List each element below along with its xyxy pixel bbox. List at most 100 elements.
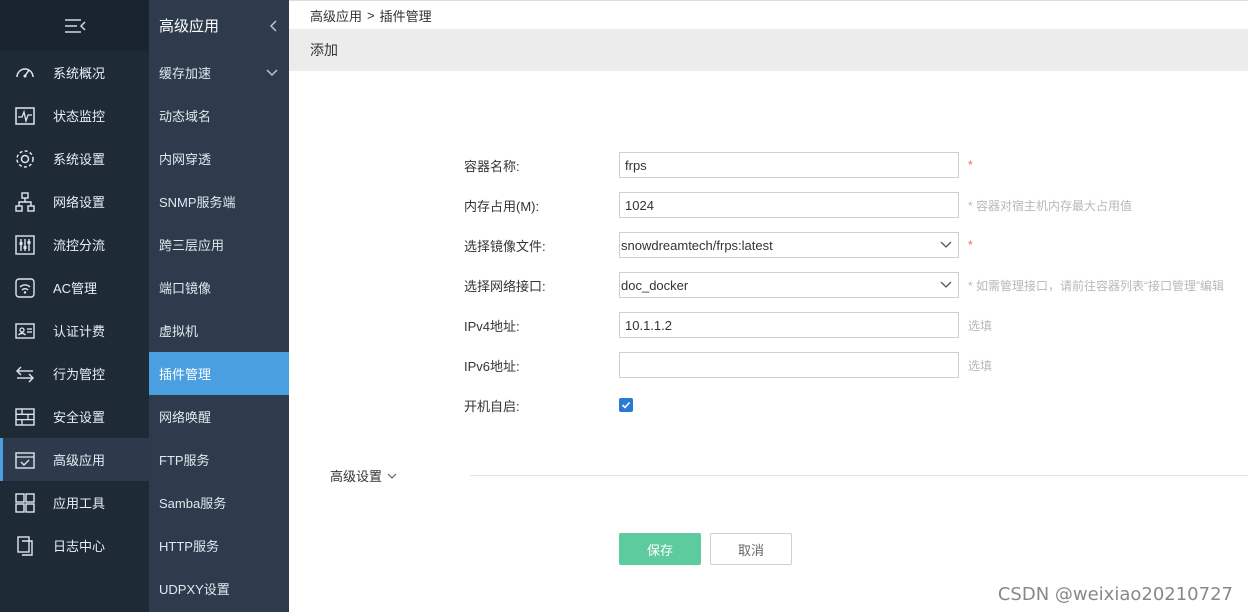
nav-item-log-center[interactable]: 日志中心	[0, 524, 149, 567]
ipv4-hint: 选填	[968, 318, 993, 333]
subnav-item-layer3[interactable]: 跨三层应用	[149, 223, 289, 266]
nav-item-label: 行为管控	[53, 367, 106, 382]
interface-hint: * 如需管理接口，请前往容器列表“接口管理”编辑	[968, 278, 1224, 293]
swap-icon	[14, 363, 36, 385]
breadcrumb-separator: >	[367, 7, 375, 23]
subnav-item-label: 端口镜像	[159, 281, 212, 296]
nav-item-label: 流控分流	[53, 238, 106, 253]
subnav-item-label: 缓存加速	[159, 66, 212, 81]
gear-icon	[14, 148, 36, 170]
subnav-item-label: 动态域名	[159, 109, 212, 124]
subnav-item-port-mirror[interactable]: 端口镜像	[149, 266, 289, 309]
breadcrumb-current: 插件管理	[379, 8, 432, 24]
nav-item-system-settings[interactable]: 系统设置	[0, 137, 149, 180]
nav-item-label: 状态监控	[53, 109, 106, 124]
memory-label: 内存占用(M):	[464, 198, 540, 214]
nav-item-label: 网络设置	[53, 195, 106, 210]
nav-item-security-settings[interactable]: 安全设置	[0, 395, 149, 438]
interface-select-value: doc_docker	[621, 277, 689, 293]
container-name-label: 容器名称:	[464, 158, 520, 174]
secondary-sidebar-title: 高级应用	[159, 18, 220, 35]
subnav-item-samba[interactable]: Samba服务	[149, 481, 289, 524]
interface-label: 选择网络接口:	[464, 278, 546, 294]
subnav-item-label: UDPXY设置	[159, 582, 230, 597]
section-title: 添加	[310, 42, 338, 58]
subnav-item-label: Samba服务	[159, 496, 227, 511]
advanced-settings-toggle[interactable]: 高级设置	[330, 466, 398, 485]
container-name-input[interactable]: frps	[619, 152, 959, 178]
secondary-sidebar-header: 高级应用	[149, 0, 289, 51]
nav-item-advanced-apps[interactable]: 高级应用	[0, 438, 149, 481]
primary-sidebar: 系统概况 状态监控 系统设置 网络设置 流控分流 AC管理 认证计费 行为管控 …	[0, 0, 149, 612]
nav-item-behavior-control[interactable]: 行为管控	[0, 352, 149, 395]
checkmark-icon	[621, 401, 631, 409]
subnav-item-ddns[interactable]: 动态域名	[149, 94, 289, 137]
menu-collapse-icon	[64, 18, 86, 33]
breadcrumb: 高级应用 > 插件管理	[289, 1, 1248, 29]
menu-collapse-button[interactable]	[0, 0, 149, 51]
advanced-settings-label: 高级设置	[330, 469, 383, 484]
subnav-item-cache-accel[interactable]: 缓存加速	[149, 51, 289, 94]
subnav-item-label: SNMP服务端	[159, 195, 236, 210]
autostart-checkbox[interactable]	[619, 398, 633, 412]
nav-item-label: 高级应用	[53, 453, 106, 468]
divider	[470, 475, 1248, 476]
nav-item-label: AC管理	[53, 281, 98, 296]
subnav-item-snmp[interactable]: SNMP服务端	[149, 180, 289, 223]
memory-input[interactable]: 1024	[619, 192, 959, 218]
nav-item-traffic-control[interactable]: 流控分流	[0, 223, 149, 266]
ipv6-label: IPv6地址:	[464, 358, 520, 374]
nav-item-network-settings[interactable]: 网络设置	[0, 180, 149, 223]
subnav-item-http[interactable]: HTTP服务	[149, 524, 289, 567]
log-icon	[14, 535, 36, 557]
nav-item-app-tools[interactable]: 应用工具	[0, 481, 149, 524]
form-row-interface: 选择网络接口: doc_docker * 如需管理接口，请前往容器列表“接口管理…	[464, 272, 1224, 298]
subnav-item-wol[interactable]: 网络唤醒	[149, 395, 289, 438]
form-row-memory: 内存占用(M): 1024 * 容器对宿主机内存最大占用值	[464, 192, 1132, 218]
ipv6-hint: 选填	[968, 358, 993, 373]
app-icon	[14, 449, 36, 471]
chevron-down-icon	[387, 473, 397, 479]
main-content: 高级应用 > 插件管理 添加 容器名称: frps * 内存占用(M): 102…	[289, 0, 1248, 612]
save-button[interactable]: 保存	[619, 533, 701, 565]
form-row-container-name: 容器名称: frps *	[464, 152, 973, 178]
breadcrumb-parent[interactable]: 高级应用	[310, 6, 362, 25]
nav-item-label: 认证计费	[53, 324, 106, 339]
form-row-autostart: 开机自启:	[464, 392, 633, 418]
autostart-label: 开机自启:	[464, 398, 520, 414]
cancel-button[interactable]: 取消	[710, 533, 792, 565]
firewall-icon	[14, 406, 36, 428]
id-card-icon	[14, 320, 36, 342]
subnav-item-vm[interactable]: 虚拟机	[149, 309, 289, 352]
interface-select[interactable]: doc_docker	[619, 272, 959, 298]
nav-item-auth-billing[interactable]: 认证计费	[0, 309, 149, 352]
nav-item-system-overview[interactable]: 系统概况	[0, 51, 149, 94]
form-row-ipv4: IPv4地址: 10.1.1.2 选填	[464, 312, 992, 338]
subnav-item-udpxy[interactable]: UDPXY设置	[149, 567, 289, 610]
subnav-item-label: 跨三层应用	[159, 238, 225, 253]
subnav-item-label: 网络唤醒	[159, 410, 212, 425]
image-label: 选择镜像文件:	[464, 238, 546, 254]
network-icon	[14, 191, 36, 213]
subnav-item-label: 插件管理	[159, 367, 212, 382]
subnav-item-label: 虚拟机	[159, 324, 199, 339]
nav-item-label: 系统设置	[53, 152, 106, 167]
form-row-ipv6: IPv6地址: 选填	[464, 352, 992, 378]
subnav-item-label: 内网穿透	[159, 152, 212, 167]
subnav-item-ftp[interactable]: FTP服务	[149, 438, 289, 481]
nav-item-status-monitor[interactable]: 状态监控	[0, 94, 149, 137]
nav-item-ac-management[interactable]: AC管理	[0, 266, 149, 309]
ipv4-input[interactable]: 10.1.1.2	[619, 312, 959, 338]
chevron-left-icon[interactable]	[269, 19, 279, 33]
subnav-item-plugin-management[interactable]: 插件管理	[149, 352, 289, 395]
chevron-down-icon	[940, 241, 952, 248]
image-select[interactable]: snowdreamtech/frps:latest	[619, 232, 959, 258]
section-header: 添加	[289, 29, 1248, 71]
nav-item-label: 日志中心	[53, 539, 106, 554]
ipv6-input[interactable]	[619, 352, 959, 378]
nav-item-label: 应用工具	[53, 496, 106, 511]
form-row-image: 选择镜像文件: snowdreamtech/frps:latest *	[464, 232, 973, 258]
nav-item-label: 安全设置	[53, 410, 106, 425]
subnav-item-nat-traversal[interactable]: 内网穿透	[149, 137, 289, 180]
dashboard-icon	[14, 62, 36, 84]
